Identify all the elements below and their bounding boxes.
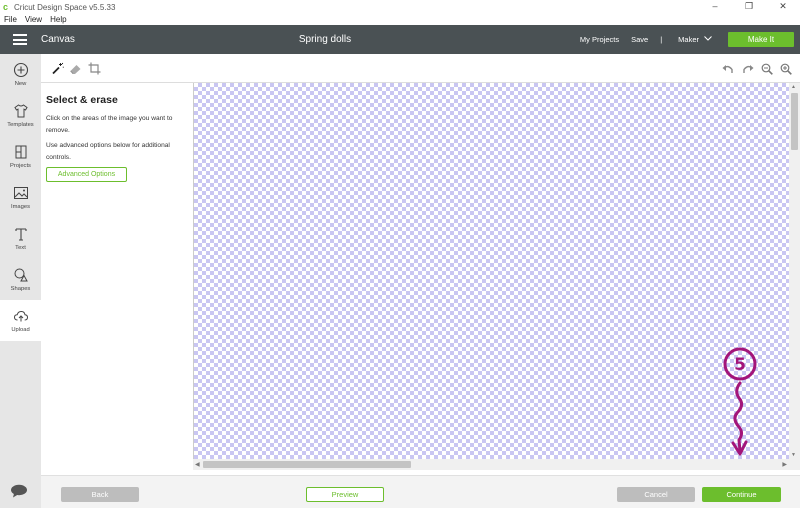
footer-bar: Back Preview Cancel Continue (41, 475, 800, 508)
tshirt-icon (13, 104, 28, 118)
select-erase-panel: Select & erase Click on the areas of the… (41, 83, 192, 475)
machine-selector[interactable]: Maker (678, 35, 712, 44)
nav-new[interactable]: New (0, 54, 41, 95)
header-actions: My Projects Save | Maker Make It (580, 25, 794, 54)
back-button[interactable]: Back (61, 487, 139, 502)
scroll-down-icon[interactable]: ▼ (791, 452, 796, 458)
menu-view[interactable]: View (25, 15, 42, 24)
cricut-logo-icon: c (3, 2, 9, 12)
shapes-icon (14, 268, 28, 282)
scroll-left-icon[interactable]: ◀ (195, 461, 200, 468)
annotation-arrow-line (733, 381, 744, 453)
annotation-number: 5 (734, 355, 746, 375)
panel-advanced-hint: Use advanced options below for additiona… (46, 142, 170, 161)
my-projects-link[interactable]: My Projects (580, 35, 619, 44)
image-canvas[interactable] (193, 83, 789, 459)
preview-button[interactable]: Preview (306, 487, 384, 502)
continue-button[interactable]: Continue (702, 487, 781, 502)
chevron-down-icon (704, 36, 712, 43)
zoom-in-icon[interactable] (780, 63, 792, 75)
vertical-scroll-thumb[interactable] (791, 93, 798, 150)
menu-help[interactable]: Help (50, 15, 66, 24)
horizontal-scrollbar[interactable]: ◀ ▶ (193, 459, 789, 470)
nav-label: Templates (7, 122, 34, 128)
horizontal-scroll-thumb[interactable] (203, 461, 411, 468)
left-nav: New Templates Projects Images Text Shape… (0, 54, 41, 508)
text-icon (14, 228, 27, 241)
zoom-out-icon[interactable] (761, 63, 773, 75)
nav-projects[interactable]: Projects (0, 136, 41, 177)
nav-images[interactable]: Images (0, 177, 41, 218)
maximize-button[interactable]: ❐ (732, 0, 766, 12)
save-link[interactable]: Save (631, 35, 648, 44)
make-it-button[interactable]: Make It (728, 32, 794, 47)
image-icon (13, 187, 28, 199)
eraser-icon[interactable] (69, 62, 82, 75)
nav-label: Projects (10, 163, 31, 169)
app-header: Canvas Spring dolls My Projects Save | M… (0, 25, 800, 54)
step-annotation: 5 (723, 347, 757, 456)
cancel-button[interactable]: Cancel (617, 487, 695, 502)
nav-upload[interactable]: Upload (0, 300, 41, 341)
nav-text[interactable]: Text (0, 218, 41, 259)
vertical-scrollbar[interactable]: ▲ ▼ (789, 83, 800, 459)
panel-instruction: Click on the areas of the image you want… (46, 115, 173, 134)
menu-bar: File View Help (0, 13, 800, 25)
redo-icon[interactable] (742, 63, 754, 75)
close-button[interactable]: ✕ (766, 0, 800, 12)
nav-label: Shapes (10, 286, 31, 292)
scroll-up-icon[interactable]: ▲ (791, 84, 796, 90)
panel-heading: Select & erase (46, 94, 118, 106)
nav-label: Upload (11, 327, 30, 333)
scrollbar-corner (789, 459, 800, 470)
undo-icon[interactable] (722, 63, 734, 75)
minimize-button[interactable]: – (698, 0, 732, 12)
advanced-options-button[interactable]: Advanced Options (46, 167, 127, 182)
window-controls: – ❐ ✕ (698, 0, 800, 12)
nav-label: Images (10, 204, 30, 210)
tool-strip (41, 54, 800, 83)
magic-wand-icon[interactable] (51, 62, 64, 75)
nav-templates[interactable]: Templates (0, 95, 41, 136)
crop-icon[interactable] (88, 62, 101, 75)
nav-label: New (14, 81, 27, 87)
project-title: Spring dolls (298, 34, 352, 45)
projects-icon (15, 145, 26, 159)
header-separator: | (660, 35, 663, 44)
menu-file[interactable]: File (4, 15, 17, 24)
chat-icon[interactable] (10, 484, 28, 498)
scroll-right-icon[interactable]: ▶ (782, 461, 787, 468)
window-titlebar: c Cricut Design Space v5.5.33 – ❐ ✕ (0, 0, 800, 14)
window-title: Cricut Design Space v5.5.33 (14, 2, 116, 12)
nav-label: Text (15, 245, 26, 251)
plus-circle-icon (13, 62, 28, 78)
machine-label: Maker (678, 35, 699, 44)
nav-shapes[interactable]: Shapes (0, 259, 41, 300)
upload-cloud-icon (13, 310, 28, 322)
